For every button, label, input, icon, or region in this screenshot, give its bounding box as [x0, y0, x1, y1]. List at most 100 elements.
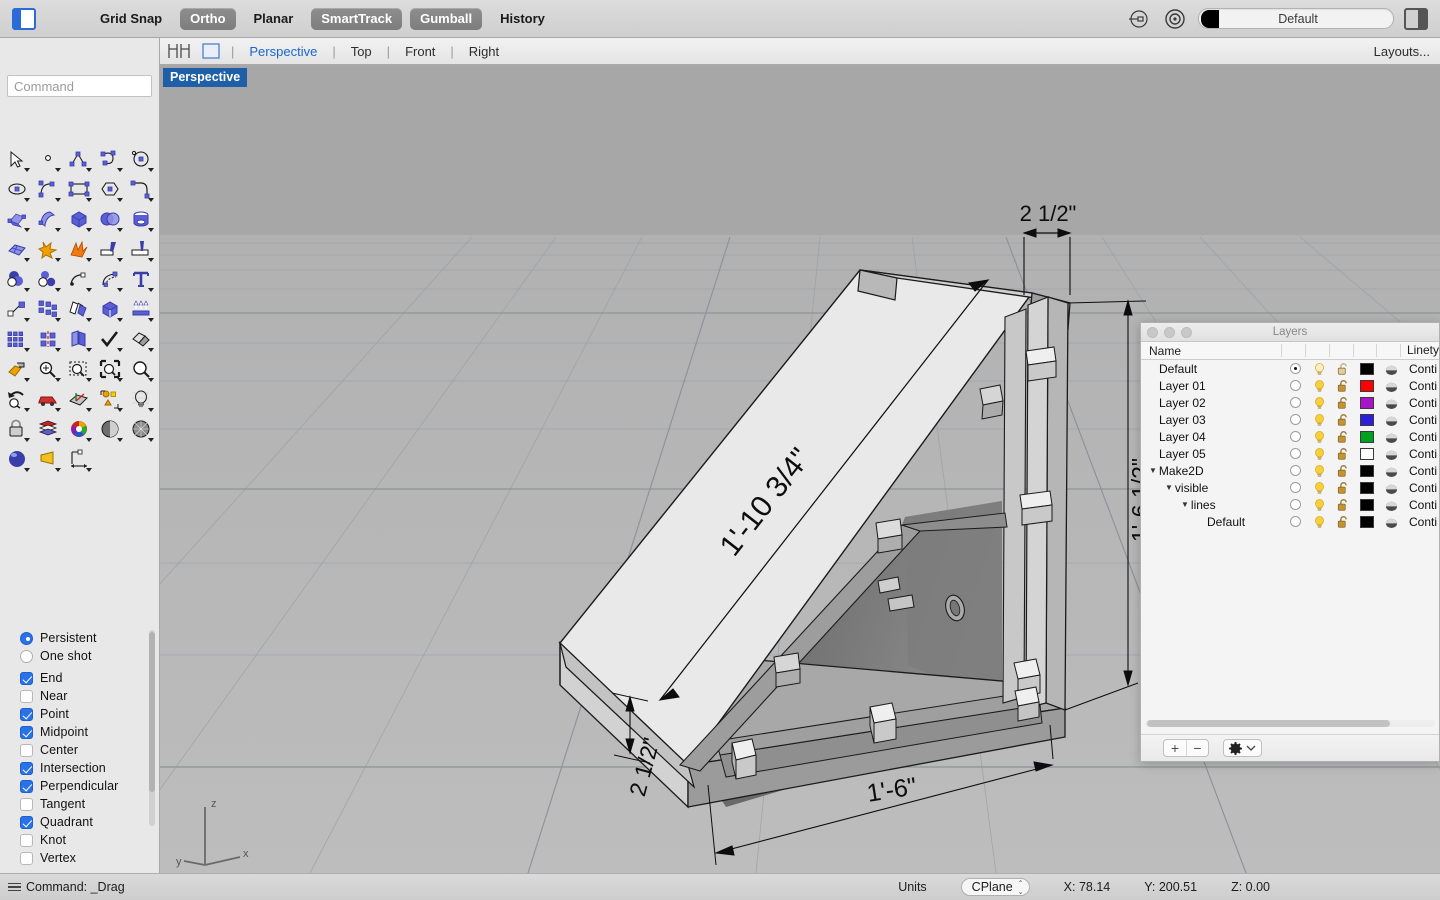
layer-current-cell[interactable] [1283, 516, 1307, 527]
layer-color-swatch[interactable] [1360, 447, 1374, 460]
tool-flyout-arrow-icon[interactable] [148, 408, 154, 412]
tool-flyout-arrow-icon[interactable] [117, 258, 123, 262]
layer-color-swatch[interactable] [1360, 430, 1374, 443]
layer-current-cell[interactable] [1283, 465, 1307, 476]
layer-name-cell[interactable]: ▼ visible [1141, 481, 1283, 495]
layer-row[interactable]: ▼ Make2D Conti [1141, 462, 1439, 479]
column-header-current[interactable] [1281, 344, 1305, 357]
tool-flyout-arrow-icon[interactable] [55, 408, 61, 412]
layers-horizontal-scrollbar[interactable] [1145, 720, 1435, 727]
surface-from-points-tool[interactable] [2, 204, 32, 234]
surface-grid-tool[interactable] [2, 234, 32, 264]
layer-color-cell[interactable] [1355, 464, 1379, 477]
layer-material-cell[interactable] [1379, 498, 1403, 511]
checkbox-indicator[interactable] [20, 707, 33, 721]
layer-lock-cell[interactable] [1331, 379, 1355, 393]
layer-visible-cell[interactable] [1307, 362, 1331, 376]
osnap-near[interactable]: Near [0, 687, 158, 705]
select-objects-tool[interactable] [95, 384, 125, 414]
layer-color-cell[interactable] [1355, 430, 1379, 443]
layer-name-cell[interactable]: Default [1141, 362, 1283, 376]
layer-material-cell[interactable] [1379, 464, 1403, 477]
tool-flyout-arrow-icon[interactable] [24, 348, 30, 352]
current-layer-radio[interactable] [1289, 499, 1301, 510]
layer-color-cell[interactable] [1355, 515, 1379, 528]
checkbox-indicator[interactable] [20, 779, 33, 793]
layer-material-cell[interactable] [1379, 481, 1403, 494]
layer-visible-cell[interactable] [1307, 396, 1331, 410]
lock-tool[interactable] [2, 414, 32, 444]
layer-color-swatch[interactable] [1360, 498, 1374, 511]
tool-flyout-arrow-icon[interactable] [117, 198, 123, 202]
tool-flyout-arrow-icon[interactable] [55, 468, 61, 472]
column-header-linetype[interactable]: Linety [1399, 344, 1439, 357]
layer-lock-cell[interactable] [1331, 464, 1355, 478]
layer-visible-cell[interactable] [1307, 464, 1331, 478]
current-layer-radio[interactable] [1289, 482, 1301, 493]
column-header-material[interactable] [1376, 344, 1400, 357]
toolbar-toggle-grid-snap[interactable]: Grid Snap [90, 8, 172, 30]
tool-flyout-arrow-icon[interactable] [117, 408, 123, 412]
blend-curve-tool[interactable] [64, 264, 94, 294]
current-layer-radio[interactable] [1289, 380, 1301, 391]
radio-indicator[interactable] [20, 631, 33, 645]
point-tool[interactable] [33, 144, 63, 174]
osnap-perpendicular[interactable]: Perpendicular [0, 777, 158, 795]
viewport-tab-perspective[interactable]: Perspective [241, 44, 325, 59]
layer-row[interactable]: Layer 02 Conti [1141, 394, 1439, 411]
layer-color-cell[interactable] [1355, 447, 1379, 460]
layer-linetype[interactable]: Conti [1403, 430, 1439, 444]
four-view-layout-icon[interactable] [166, 41, 192, 61]
join-tool[interactable] [126, 324, 156, 354]
layer-visible-cell[interactable] [1307, 413, 1331, 427]
tool-flyout-arrow-icon[interactable] [117, 378, 123, 382]
mesh-boolean-tool[interactable] [33, 234, 63, 264]
add-layer-button[interactable]: + [1164, 740, 1186, 756]
current-layer-radio[interactable] [1289, 397, 1301, 408]
layer-lock-cell[interactable] [1331, 362, 1355, 376]
tool-flyout-arrow-icon[interactable] [86, 438, 92, 442]
tool-flyout-arrow-icon[interactable] [86, 408, 92, 412]
layer-lock-cell[interactable] [1331, 515, 1355, 529]
split-tool[interactable] [126, 234, 156, 264]
layer-linetype[interactable]: Conti [1403, 413, 1439, 427]
osnap-point-icon[interactable] [1126, 6, 1152, 32]
tool-flyout-arrow-icon[interactable] [117, 318, 123, 322]
layer-lock-cell[interactable] [1331, 430, 1355, 444]
fillet-tool[interactable] [126, 174, 156, 204]
layer-color-cell[interactable] [1355, 379, 1379, 392]
layer-visible-cell[interactable] [1307, 430, 1331, 444]
layer-name-cell[interactable]: ▼ Make2D [1141, 464, 1283, 478]
layer-lock-cell[interactable] [1331, 447, 1355, 461]
layer-color-swatch[interactable] [1360, 413, 1374, 426]
layer-name-cell[interactable]: Default [1141, 515, 1283, 529]
osnap-intersection[interactable]: Intersection [0, 759, 158, 777]
current-layer-radio[interactable] [1289, 516, 1301, 527]
render-mesh-tool[interactable] [126, 414, 156, 444]
layer-current-cell[interactable] [1283, 499, 1307, 510]
column-header-color[interactable] [1352, 344, 1377, 357]
layer-color-swatch[interactable] [1360, 481, 1374, 494]
layer-name-cell[interactable]: Layer 05 [1141, 447, 1283, 461]
tool-flyout-arrow-icon[interactable] [86, 228, 92, 232]
extrude-surface-tool[interactable] [33, 204, 63, 234]
layer-material-cell[interactable] [1379, 396, 1403, 409]
layer-current-cell[interactable] [1283, 431, 1307, 442]
arc-tool[interactable] [33, 174, 63, 204]
cylinder-tool[interactable] [126, 204, 156, 234]
layer-color-swatch[interactable] [1360, 379, 1374, 392]
render-tool[interactable] [2, 444, 32, 474]
scale-tool[interactable] [2, 294, 32, 324]
zoom-selected-tool[interactable] [95, 354, 125, 384]
tool-flyout-arrow-icon[interactable] [148, 378, 154, 382]
osnap-end[interactable]: End [0, 669, 158, 687]
current-layer-radio[interactable] [1289, 363, 1301, 374]
osnap-midpoint[interactable]: Midpoint [0, 723, 158, 741]
shade-tool[interactable] [95, 414, 125, 444]
layer-current-cell[interactable] [1283, 482, 1307, 493]
zoom-extents-tool[interactable] [33, 354, 63, 384]
tool-flyout-arrow-icon[interactable] [24, 468, 30, 472]
layer-linetype[interactable]: Conti [1403, 515, 1439, 529]
current-layer-radio[interactable] [1289, 414, 1301, 425]
tool-flyout-arrow-icon[interactable] [24, 288, 30, 292]
